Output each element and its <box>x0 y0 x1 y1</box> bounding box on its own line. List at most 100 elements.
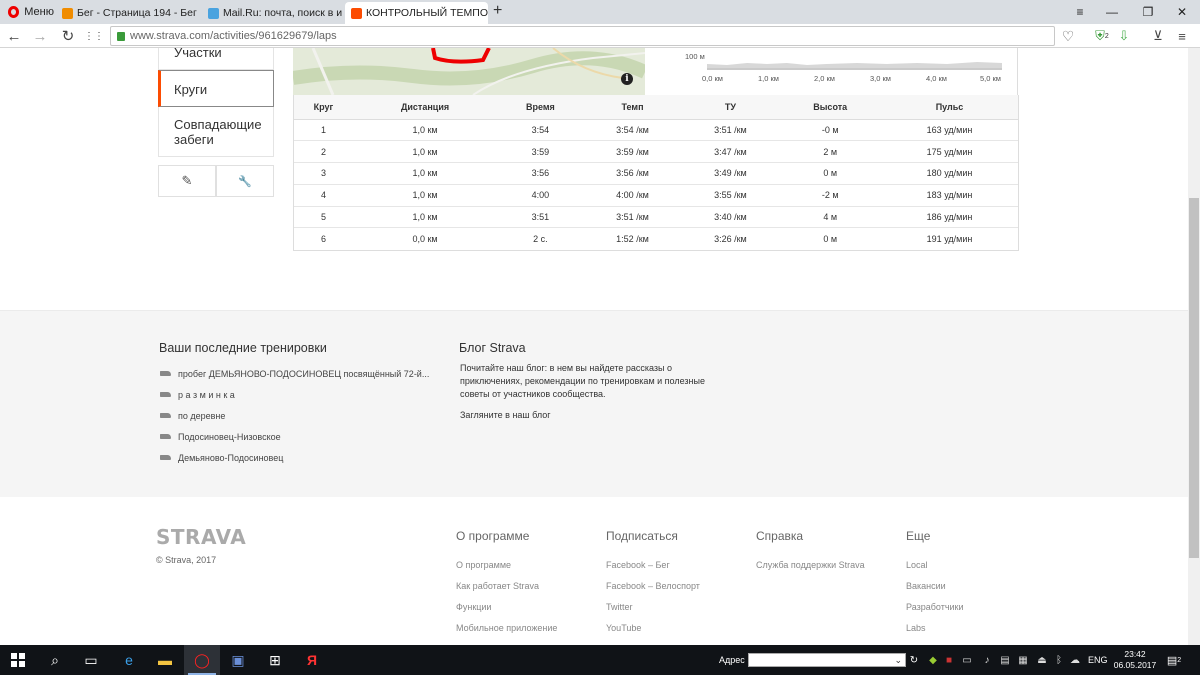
downloads-icon[interactable]: ⊻ <box>1150 28 1166 44</box>
language-indicator[interactable]: ENG <box>1088 655 1108 665</box>
col-header-time[interactable]: Время <box>497 95 584 120</box>
col-header-gap[interactable]: ТУ <box>681 95 780 120</box>
footer-activity-blog: Ваши последние тренировки пробег ДЕМЬЯНО… <box>0 310 1188 497</box>
onedrive-cloud-icon[interactable]: ☁ <box>1068 653 1082 667</box>
tab-mailru[interactable]: Mail.Ru: почта, поиск в и <box>202 2 344 24</box>
forward-button[interactable]: → <box>30 27 50 45</box>
sidebar-item-laps[interactable]: Круги <box>158 70 274 107</box>
footer-link[interactable]: Facebook – Бег <box>606 560 700 581</box>
table-row[interactable]: 4 1,0 км 4:00 4:00 /км 3:55 /км -2 м 183… <box>294 184 1018 207</box>
dropdown-chevron-icon[interactable]: ⌄ <box>894 655 902 666</box>
footer-link[interactable]: Labs <box>906 623 964 644</box>
file-explorer-icon[interactable]: ▬ <box>147 645 183 675</box>
notification-center-icon[interactable]: ▤ 2 <box>1166 652 1182 668</box>
list-item[interactable]: пробег ДЕМЬЯНОВО-ПОДОСИНОВЕЦ посвящённый… <box>160 363 429 384</box>
network-icon[interactable]: ▤ <box>998 653 1012 667</box>
list-item[interactable]: Подосиновец-Низовское <box>160 426 429 447</box>
footer-link[interactable]: Мобильное приложение <box>456 623 557 644</box>
footer-link[interactable]: Twitter <box>606 602 700 623</box>
sidebar-item-matched-runs[interactable]: Совпадающие забеги <box>158 107 274 157</box>
reload-button[interactable]: ↻ <box>58 27 78 45</box>
tray-app-icon[interactable]: ■ <box>942 653 956 667</box>
keyboard-icon[interactable]: ▦ <box>1016 653 1030 667</box>
route-map[interactable]: i <box>293 48 645 95</box>
task-view-icon[interactable]: ▭ <box>73 645 109 675</box>
footer-link[interactable]: YouTube <box>606 623 700 644</box>
windows-start-icon[interactable] <box>0 645 36 675</box>
footer-link[interactable]: Служба поддержки Strava <box>756 560 865 581</box>
table-cell: 1 <box>294 119 353 142</box>
table-cell: 3:51 <box>497 206 584 229</box>
col-header-heartrate[interactable]: Пульс <box>881 95 1018 120</box>
close-window-button[interactable]: ✕ <box>1164 0 1200 24</box>
scrollbar-thumb[interactable] <box>1189 198 1199 558</box>
search-icon[interactable]: ⌕ <box>37 645 73 675</box>
bluetooth-icon[interactable]: ᛒ <box>1052 653 1066 667</box>
table-row[interactable]: 3 1,0 км 3:56 3:56 /км 3:49 /км 0 м 180 … <box>294 162 1018 185</box>
list-item[interactable]: Демьяново-Подосиновец <box>160 447 429 468</box>
workout-link[interactable]: пробег ДЕМЬЯНОВО-ПОДОСИНОВЕЦ посвящённый… <box>178 369 429 379</box>
opera-menu-button[interactable]: Меню <box>2 0 54 24</box>
workout-link[interactable]: Подосиновец-Низовское <box>178 432 281 442</box>
usb-icon[interactable]: ⏏ <box>1035 653 1049 667</box>
yandex-icon[interactable]: Я <box>294 645 330 675</box>
bookmark-heart-icon[interactable]: ♡ <box>1058 27 1078 45</box>
footer-link[interactable]: Facebook – Велоспорт <box>606 581 700 602</box>
battery-icon[interactable]: ▭ <box>960 653 974 667</box>
footer-link[interactable]: О программе <box>456 560 557 581</box>
stash-icon[interactable]: ≡ <box>1062 0 1098 24</box>
edge-icon[interactable]: e <box>111 645 147 675</box>
col-header-elevation[interactable]: Высота <box>779 95 882 120</box>
maximize-button[interactable]: ❐ <box>1130 0 1166 24</box>
footer-link[interactable]: Вакансии <box>906 581 964 602</box>
adblock-shield-icon[interactable]: ⛨ 2 <box>1094 28 1110 44</box>
blog-link[interactable]: Загляните в наш блог <box>460 410 551 420</box>
easy-setup-icon[interactable]: ≡ <box>1174 28 1190 44</box>
minimize-button[interactable]: — <box>1094 0 1130 24</box>
page-scrollbar[interactable] <box>1188 48 1200 645</box>
blog-title: Блог Strava <box>459 341 526 355</box>
tray-app-icon[interactable]: ◆ <box>926 653 940 667</box>
workout-link[interactable]: по деревне <box>178 411 225 421</box>
footer-link[interactable]: Local <box>906 560 964 581</box>
map-info-icon[interactable]: i <box>621 73 633 85</box>
col-header-lap[interactable]: Круг <box>294 95 353 120</box>
save-disk-icon[interactable]: ▣ <box>220 645 256 675</box>
tab-title: Бег - Страница 194 - Бег <box>77 7 197 19</box>
workout-link[interactable]: Демьяново-Подосиновец <box>178 453 283 463</box>
col-header-pace[interactable]: Темп <box>583 95 682 120</box>
address-go-icon[interactable]: ↻ <box>907 653 921 667</box>
table-row[interactable]: 2 1,0 км 3:59 3:59 /км 3:47 /км 2 м 175 … <box>294 140 1018 164</box>
list-item[interactable]: р а з м и н к а <box>160 384 429 405</box>
run-shoe-icon <box>160 413 171 418</box>
table-row[interactable]: 5 1,0 км 3:51 3:51 /км 3:40 /км 4 м 186 … <box>294 206 1018 229</box>
system-clock[interactable]: 23:42 06.05.2017 <box>1112 649 1158 671</box>
taskbar-address-input[interactable]: ⌄ <box>748 653 906 667</box>
table-cell: 1:52 /км <box>616 234 649 245</box>
footer-link[interactable]: Разработчики <box>906 602 964 623</box>
download-arrow-icon[interactable]: ⇩ <box>1116 28 1132 44</box>
tab-forum[interactable]: Бег - Страница 194 - Бег <box>56 2 201 24</box>
workout-link[interactable]: р а з м и н к а <box>178 390 235 400</box>
url-input[interactable]: www.strava.com/activities/961629679/laps <box>110 26 1055 46</box>
list-item[interactable]: по деревне <box>160 405 429 426</box>
notification-count: 2 <box>1177 656 1182 664</box>
speed-dial-icon[interactable]: ⋮⋮ <box>84 27 104 45</box>
actions-button[interactable]: 🔧 <box>216 165 274 197</box>
store-icon[interactable]: ⊞ <box>257 645 293 675</box>
new-tab-button[interactable]: + <box>493 2 502 20</box>
col-header-distance[interactable]: Дистанция <box>352 95 498 120</box>
edit-button[interactable]: ✎ <box>158 165 216 197</box>
strava-logo[interactable]: STRAVA <box>156 525 246 549</box>
back-button[interactable]: ← <box>4 27 24 45</box>
opera-taskbar-icon[interactable]: ◯ <box>184 645 220 675</box>
volume-icon[interactable]: ♪ <box>980 653 994 667</box>
table-row[interactable]: 6 0,0 км 2 с. 1:52 /км 3:26 /км 0 м 191 … <box>294 228 1018 250</box>
footer-link[interactable]: Как работает Strava <box>456 581 557 602</box>
sidebar-item-segments[interactable]: Участки <box>158 48 274 70</box>
footer-link[interactable]: Функции <box>456 602 557 623</box>
footer-col-follow: Подписаться Facebook – Бег Facebook – Ве… <box>606 529 700 644</box>
table-row[interactable]: 1 1,0 км 3:54 3:54 /км 3:51 /км -0 м 163… <box>294 119 1018 142</box>
tab-strava[interactable]: КОНТРОЛЬНЫЙ ТЕМПОВ × <box>345 2 488 24</box>
tab-title: Mail.Ru: почта, поиск в и <box>223 7 343 19</box>
